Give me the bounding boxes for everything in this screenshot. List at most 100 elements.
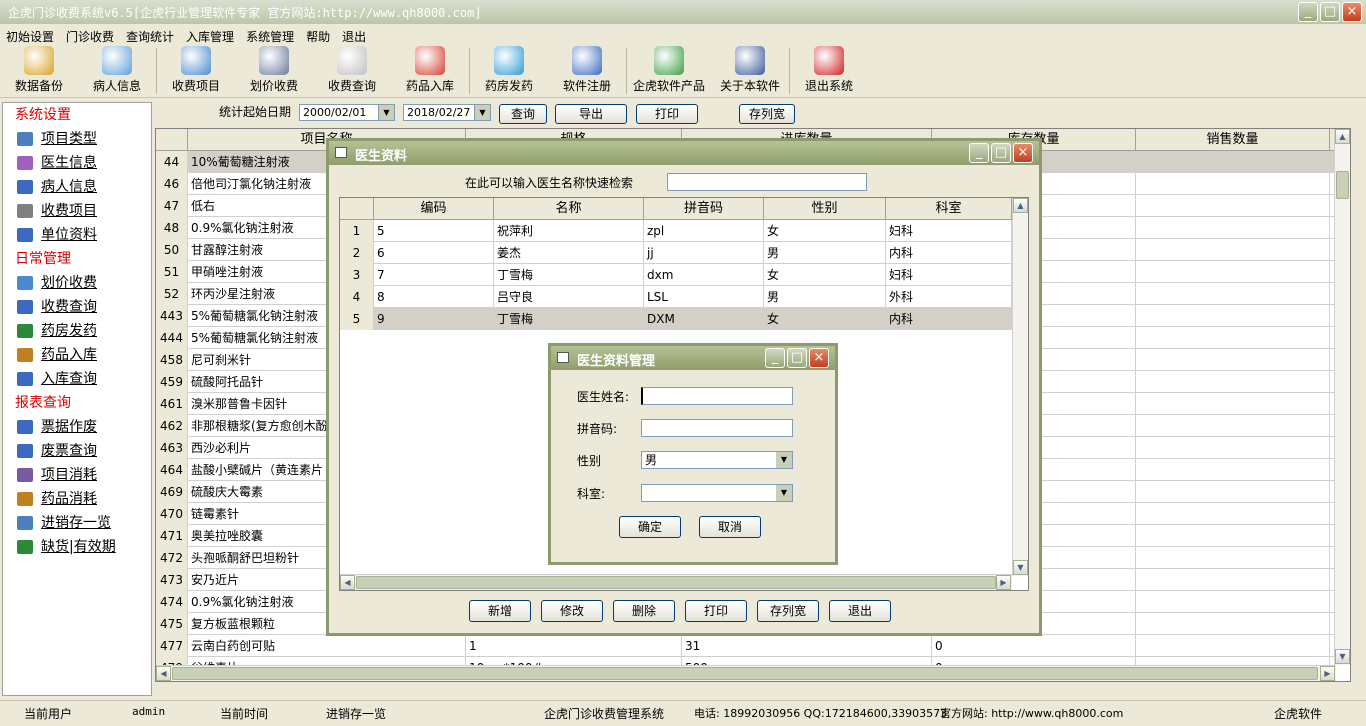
hscroll-thumb[interactable] [356,576,996,589]
pinyin-input[interactable] [641,419,793,437]
toolbar-label: 收费项目 [171,79,220,93]
toolbar-button-2[interactable]: 收费项目 [157,46,235,96]
sidebar-group-title: 报表查询 [15,395,71,411]
edit-button[interactable]: 修改 [541,600,603,622]
query-button[interactable]: 查询 [499,104,547,124]
doctor-grid-vertical-scrollbar[interactable]: ▲ ▼ [1012,198,1028,576]
sidebar-item[interactable]: 票据作废 [3,415,151,439]
scroll-right-icon[interactable]: ▶ [996,575,1011,590]
maximize-button[interactable]: □ [991,143,1011,163]
minimize-button[interactable]: _ [1298,2,1318,22]
maximize-button[interactable]: □ [787,348,807,368]
table-row[interactable]: 477 云南白药创可贴 1 31 0 [156,635,1336,657]
sidebar-item[interactable]: 项目类型 [3,127,151,151]
grid-horizontal-scrollbar[interactable]: ◀ ▶ [156,665,1336,681]
toolbar-button-4[interactable]: 收费查询 [313,46,391,96]
sex-select[interactable]: 男 ▼ [641,451,793,469]
toolbar-button-3[interactable]: 划价收费 [235,46,313,96]
menu-clinic-charge[interactable]: 门诊收费 [60,24,120,46]
sidebar-item[interactable]: 项目消耗 [3,463,151,487]
maximize-button[interactable]: □ [1320,2,1340,22]
end-date-picker[interactable]: 2018/02/27 ▼ [403,104,491,121]
exit-button[interactable]: 退出 [829,600,891,622]
doctor-header-dept[interactable]: 科室 [886,198,1012,220]
confirm-button[interactable]: 确定 [619,516,681,538]
toolbar-button-10[interactable]: 退出系统 [790,46,868,96]
doctor-row[interactable]: 2 6 姜杰 jj 男内科 [340,242,1012,264]
cancel-button[interactable]: 取消 [699,516,761,538]
doctor-header-name[interactable]: 名称 [494,198,644,220]
sidebar-item[interactable]: 划价收费 [3,271,151,295]
sidebar-item[interactable]: 药品入库 [3,343,151,367]
doctor-row[interactable]: 4 8 吕守良 LSL 男外科 [340,286,1012,308]
department-select[interactable]: ▼ [641,484,793,502]
scroll-right-icon[interactable]: ▶ [1320,666,1335,681]
start-date-picker[interactable]: 2000/02/01 ▼ [299,104,395,121]
sidebar-item[interactable]: 单位资料 [3,223,151,247]
doctor-header-pinyin[interactable]: 拼音码 [644,198,764,220]
menu-help[interactable]: 帮助 [300,24,336,46]
sidebar-item[interactable]: 缺货|有效期 [3,535,151,559]
sidebar-item[interactable]: 收费项目 [3,199,151,223]
toolbar-button-5[interactable]: 药品入库 [391,46,469,96]
export-button[interactable]: 导出 [555,104,627,124]
delete-button[interactable]: 删除 [613,600,675,622]
grid-vertical-scrollbar[interactable]: ▲ ▼ [1334,129,1350,665]
sidebar-item[interactable]: 医生信息 [3,151,151,175]
toolbar-button-0[interactable]: 数据备份 [0,46,78,96]
toolbar-button-7[interactable]: 软件注册 [548,46,626,96]
scroll-up-icon[interactable]: ▲ [1335,129,1350,144]
doctor-row[interactable]: 5 9 丁雪梅 DXM 女内科 [340,308,1012,330]
menu-stock-in[interactable]: 入库管理 [180,24,240,46]
toolbar-button-1[interactable]: 病人信息 [78,46,156,96]
close-button[interactable]: × [1013,143,1033,163]
toolbar-button-9[interactable]: 关于本软件 [711,46,789,96]
doctor-header-code[interactable]: 编码 [374,198,494,220]
doctor-grid-horizontal-scrollbar[interactable]: ◀ ▶ [340,574,1012,590]
minimize-button[interactable]: _ [765,348,785,368]
toolbar-button-8[interactable]: 企虎软件产品 [627,46,711,96]
minimize-button[interactable]: _ [969,143,989,163]
scroll-thumb[interactable] [1336,171,1349,199]
sidebar-item-label: 医生信息 [41,155,97,171]
save-column-width-button[interactable]: 存列宽 [757,600,819,622]
sidebar-item[interactable]: 病人信息 [3,175,151,199]
print-button[interactable]: 打印 [636,104,698,124]
sidebar-item[interactable]: 进销存一览 [3,511,151,535]
chevron-down-icon[interactable]: ▼ [776,452,792,468]
sidebar-item[interactable]: 药房发药 [3,319,151,343]
doctor-row[interactable]: 3 7 丁雪梅 dxm 女妇科 [340,264,1012,286]
sidebar-item[interactable]: 药品消耗 [3,487,151,511]
window-titlebar: 企虎门诊收费系统v6.5[企虎行业管理软件专家 官方网站:http://www.… [0,0,1366,24]
add-button[interactable]: 新增 [469,600,531,622]
menu-query-stats[interactable]: 查询统计 [120,24,180,46]
doctor-name-input[interactable] [641,387,793,405]
scroll-left-icon[interactable]: ◀ [156,666,171,681]
chevron-down-icon[interactable]: ▼ [378,105,394,120]
scroll-left-icon[interactable]: ◀ [340,575,355,590]
menu-system[interactable]: 系统管理 [240,24,300,46]
doctor-search-input[interactable] [667,173,867,191]
doctor-header-sex[interactable]: 性别 [764,198,886,220]
doctor-row[interactable]: 1 5 祝萍利 zpl 女妇科 [340,220,1012,242]
chevron-down-icon[interactable]: ▼ [776,485,792,501]
system-name: 企虎门诊收费管理系统 [544,707,665,721]
scroll-up-icon[interactable]: ▲ [1013,198,1028,213]
hscroll-thumb[interactable] [172,667,1318,680]
toolbar-button-6[interactable]: 药房发药 [470,46,548,96]
sidebar-item-icon [17,540,33,554]
toolbar-label: 划价收费 [249,79,298,93]
menu-initial-settings[interactable]: 初始设置 [0,24,60,46]
scroll-down-icon[interactable]: ▼ [1335,649,1350,664]
menu-exit[interactable]: 退出 [336,24,372,46]
print-button[interactable]: 打印 [685,600,747,622]
sidebar-item[interactable]: 收费查询 [3,295,151,319]
sidebar-item[interactable]: 入库查询 [3,367,151,391]
close-button[interactable]: × [1342,2,1362,22]
chevron-down-icon[interactable]: ▼ [474,105,490,120]
save-column-width-button[interactable]: 存列宽 [739,104,795,124]
close-button[interactable]: × [809,348,829,368]
sidebar-item[interactable]: 废票查询 [3,439,151,463]
scroll-down-icon[interactable]: ▼ [1013,560,1028,575]
grid-header-sales[interactable]: 销售数量 [1136,129,1330,151]
